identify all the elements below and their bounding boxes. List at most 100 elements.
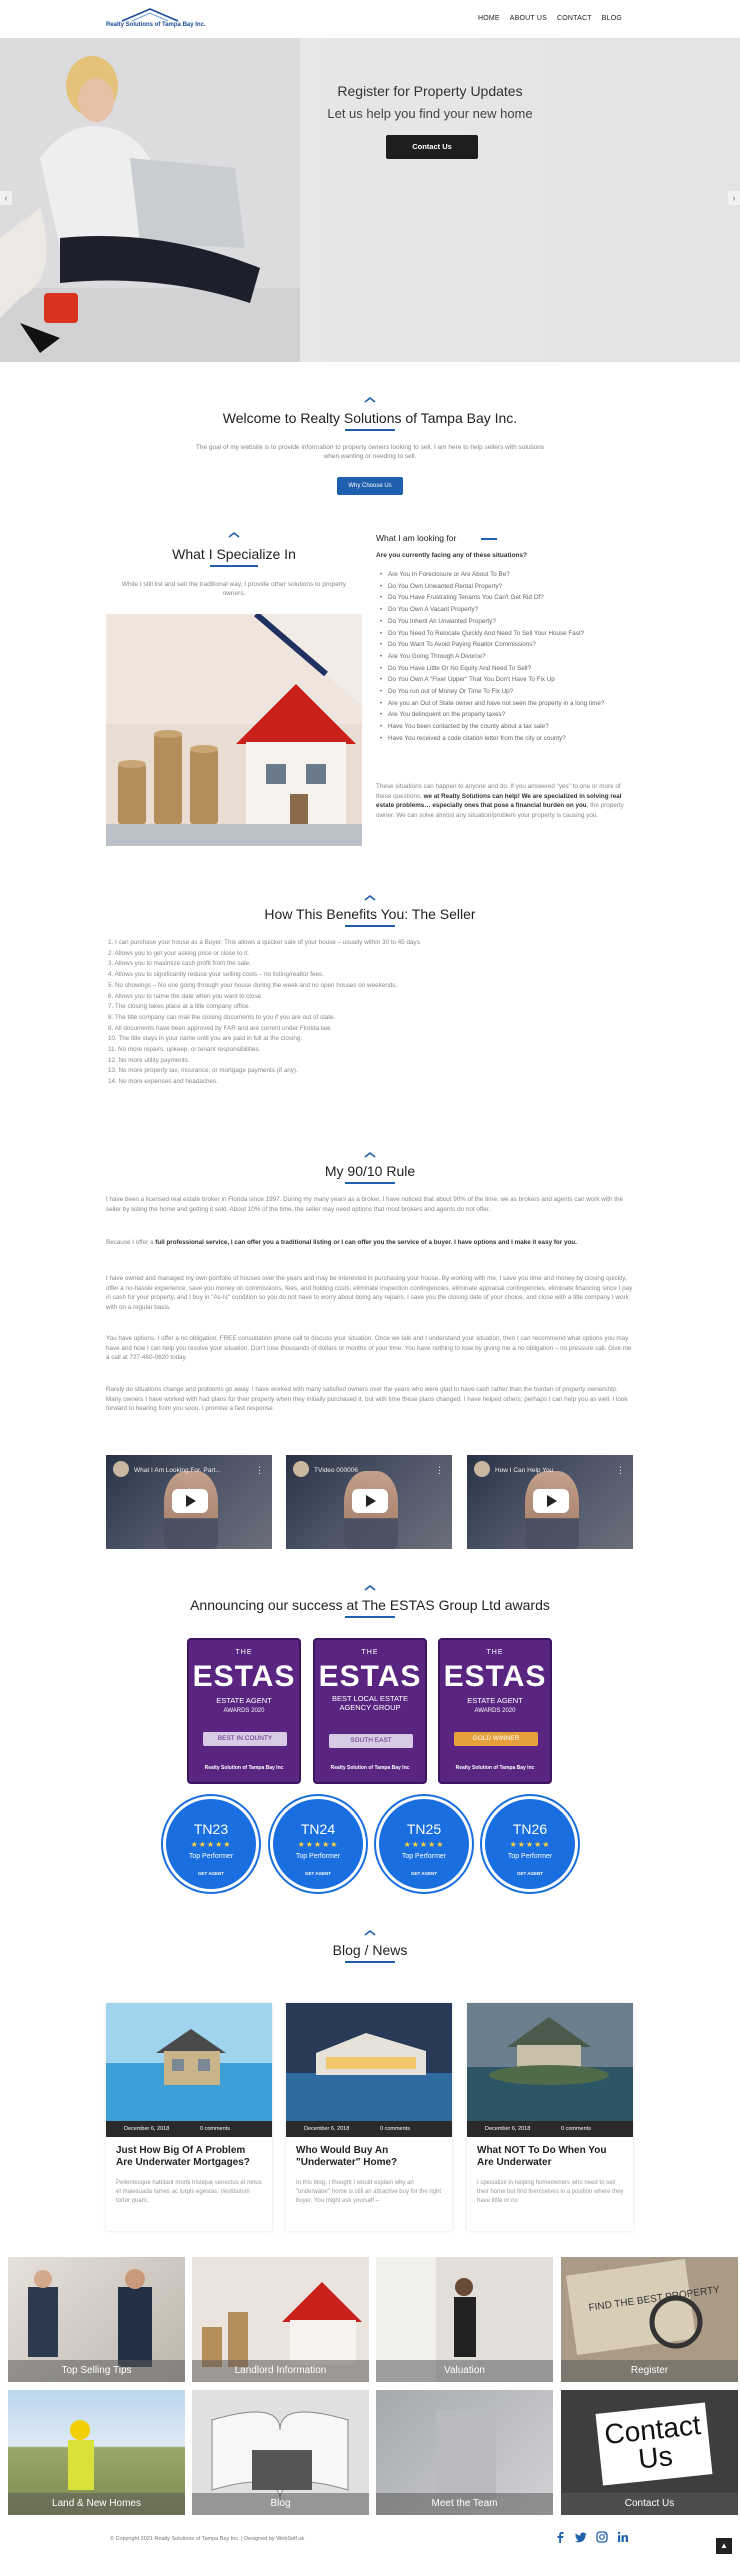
list-item: 12. No more utility payments.: [108, 1056, 190, 1064]
badge-brand: GET AGENT: [516, 1871, 544, 1876]
nav-blog[interactable]: BLOG: [602, 14, 622, 24]
badge-footer: Realty Solution of Tampa Bay Inc: [330, 1764, 410, 1771]
linkedin-icon[interactable]: [617, 2531, 629, 2543]
play-icon[interactable]: [172, 1489, 208, 1513]
badge-footer: Realty Solution of Tampa Bay Inc: [455, 1764, 535, 1771]
badge-code: TN26: [512, 1821, 548, 1837]
tile-blog[interactable]: Blog: [192, 2390, 369, 2515]
list-item: 11. No more repairs, upkeep, or tenant r…: [108, 1046, 261, 1054]
rule-paragraph-5: Rarely do situations change and problems…: [106, 1386, 628, 1413]
welcome-text: The goal of my website is to provide inf…: [195, 444, 545, 461]
hero-contact-button[interactable]: Contact Us: [386, 135, 478, 159]
star-rating-icon: ★★★★★: [403, 1840, 445, 1849]
post-excerpt: In this blog, I thought I would explain …: [296, 2180, 441, 2204]
tile-landlord-information[interactable]: Landlord Information: [192, 2257, 369, 2382]
hero-slider: ‹ › Register for Property Updates Let us…: [0, 38, 740, 362]
badge-label: Top Performer: [295, 1853, 341, 1860]
list-item: Are You In Foreclosure or Are About To B…: [378, 569, 640, 581]
channel-avatar: [113, 1461, 129, 1477]
chevron-up-icon: [364, 895, 376, 901]
tile-land-new-homes[interactable]: Land & New Homes: [8, 2390, 185, 2515]
top-performer-badge-tn26: TN26 ★★★★★ Top Performer GET AGENT: [482, 1796, 578, 1892]
rule-paragraph-2: Because I offer a full professional serv…: [106, 1238, 634, 1248]
list-item: Have You been contacted by the county ab…: [378, 721, 640, 733]
blog-card[interactable]: December 6, 2018 0 comments Who Would Bu…: [286, 2003, 452, 2231]
house-coins-image: [106, 614, 362, 846]
badge-pill: SOUTH EAST: [329, 1734, 413, 1748]
tile-register[interactable]: FIND THE BEST PROPERTY Register: [561, 2257, 738, 2382]
facebook-icon[interactable]: [555, 2531, 565, 2543]
video-title: How I Can Help You: [495, 1467, 554, 1474]
more-options-icon[interactable]: ⋮: [435, 1464, 444, 1477]
badge-pill: BEST IN COUNTY: [203, 1732, 287, 1746]
post-title[interactable]: What NOT To Do When You Are Underwater: [477, 2145, 625, 2169]
tile-valuation[interactable]: Valuation: [376, 2257, 553, 2382]
list-item: Do You Want To Avoid Paying Realtor Comm…: [378, 639, 640, 651]
top-performer-badge-tn25: TN25 ★★★★★ Top Performer GET AGENT: [376, 1796, 472, 1892]
benefits-title: How This Benefits You: The Seller: [264, 906, 476, 922]
badge-brand: GET AGENT: [197, 1871, 225, 1876]
video-title: TVideo 000006: [314, 1467, 358, 1474]
badge-brand: GET AGENT: [304, 1871, 332, 1876]
hero-prev-arrow[interactable]: ‹: [0, 191, 12, 205]
why-choose-us-button[interactable]: Why Choose Us: [337, 477, 403, 495]
house-roof-icon: [121, 8, 179, 22]
nav-contact[interactable]: CONTACT: [557, 14, 592, 24]
post-meta: December 6, 2018 0 comments: [286, 2121, 452, 2137]
video-player-1[interactable]: What I Am Looking For. Part... ⋮: [106, 1455, 272, 1549]
badge-brand: GET AGENT: [410, 1871, 438, 1876]
post-meta: December 6, 2018 0 comments: [467, 2121, 633, 2137]
post-comments: 0 comments: [561, 2126, 591, 2132]
video-player-2[interactable]: TVideo 000006 ⋮: [286, 1455, 452, 1549]
video-title: What I Am Looking For. Part...: [134, 1467, 221, 1474]
play-icon[interactable]: [533, 1489, 569, 1513]
post-title[interactable]: Just How Big Of A Problem Are Underwater…: [116, 2145, 264, 2169]
channel-avatar: [293, 1461, 309, 1477]
title-underline: [345, 1616, 395, 1618]
channel-avatar: [474, 1461, 490, 1477]
situations-list: Are You In Foreclosure or Are About To B…: [378, 569, 640, 745]
looking-for-question: Are you currently facing any of these si…: [376, 552, 527, 559]
post-excerpt: Pellentesque habitant morbi tristique se…: [116, 2180, 262, 2204]
instagram-icon[interactable]: [596, 2531, 608, 2543]
tile-meet-the-team[interactable]: Meet the Team: [376, 2390, 553, 2515]
more-options-icon[interactable]: ⋮: [255, 1464, 264, 1477]
play-icon[interactable]: [352, 1489, 388, 1513]
badge-footer: Realty Solution of Tampa Bay Inc: [204, 1764, 284, 1771]
badge-word: ESTAS: [192, 1660, 296, 1693]
star-rating-icon: ★★★★★: [297, 1840, 339, 1849]
blog-card[interactable]: December 6, 2018 0 comments What NOT To …: [467, 2003, 633, 2231]
badge-line2: AWARDS 2020: [223, 1708, 265, 1714]
star-rating-icon: ★★★★★: [190, 1840, 232, 1849]
chevron-up-icon: [228, 532, 240, 538]
list-item: Do You Have Frustrating Tenants You Can'…: [378, 592, 640, 604]
post-title[interactable]: Who Would Buy An "Underwater" Home?: [296, 2145, 444, 2169]
post-date: December 6, 2018: [485, 2126, 531, 2132]
blog-image-flooded-home: [286, 2003, 452, 2121]
post-date: December 6, 2018: [304, 2126, 350, 2132]
chevron-up-icon: [364, 1152, 376, 1158]
badge-line2: AWARDS 2020: [474, 1708, 516, 1714]
tile-label: Landlord Information: [192, 2360, 369, 2382]
list-item: Are you an Out of State owner and have n…: [378, 698, 640, 710]
tile-top-selling-tips[interactable]: Top Selling Tips: [8, 2257, 185, 2382]
site-logo[interactable]: Realty Solutions of Tampa Bay Inc.: [106, 8, 206, 30]
blog-card[interactable]: December 6, 2018 0 comments Just How Big…: [106, 2003, 272, 2231]
nav-about-us[interactable]: ABOUT US: [510, 14, 547, 24]
specialize-text: While I still list and sell the traditio…: [121, 581, 347, 598]
video-player-3[interactable]: How I Can Help You ⋮: [467, 1455, 633, 1549]
more-options-icon[interactable]: ⋮: [616, 1464, 625, 1477]
back-to-top-icon[interactable]: ▲: [716, 2538, 732, 2554]
post-meta: December 6, 2018 0 comments: [106, 2121, 272, 2137]
tile-contact-us[interactable]: Contact Us Contact Us: [561, 2390, 738, 2515]
hero-title: Register for Property Updates: [337, 83, 523, 99]
twitter-icon[interactable]: [575, 2531, 587, 2543]
blog-image-underwater-house: [106, 2003, 272, 2121]
post-excerpt: I specialize in helping homeowners who n…: [477, 2180, 624, 2204]
title-underline: [345, 429, 395, 431]
hero-next-arrow[interactable]: ›: [728, 191, 740, 205]
list-item: 3. Allows you to maximize cash profit fr…: [108, 960, 251, 968]
nav-home[interactable]: HOME: [478, 14, 500, 24]
blog-title: Blog / News: [332, 1942, 408, 1958]
top-performer-badge-tn23: TN23 ★★★★★ Top Performer GET AGENT: [163, 1796, 259, 1892]
